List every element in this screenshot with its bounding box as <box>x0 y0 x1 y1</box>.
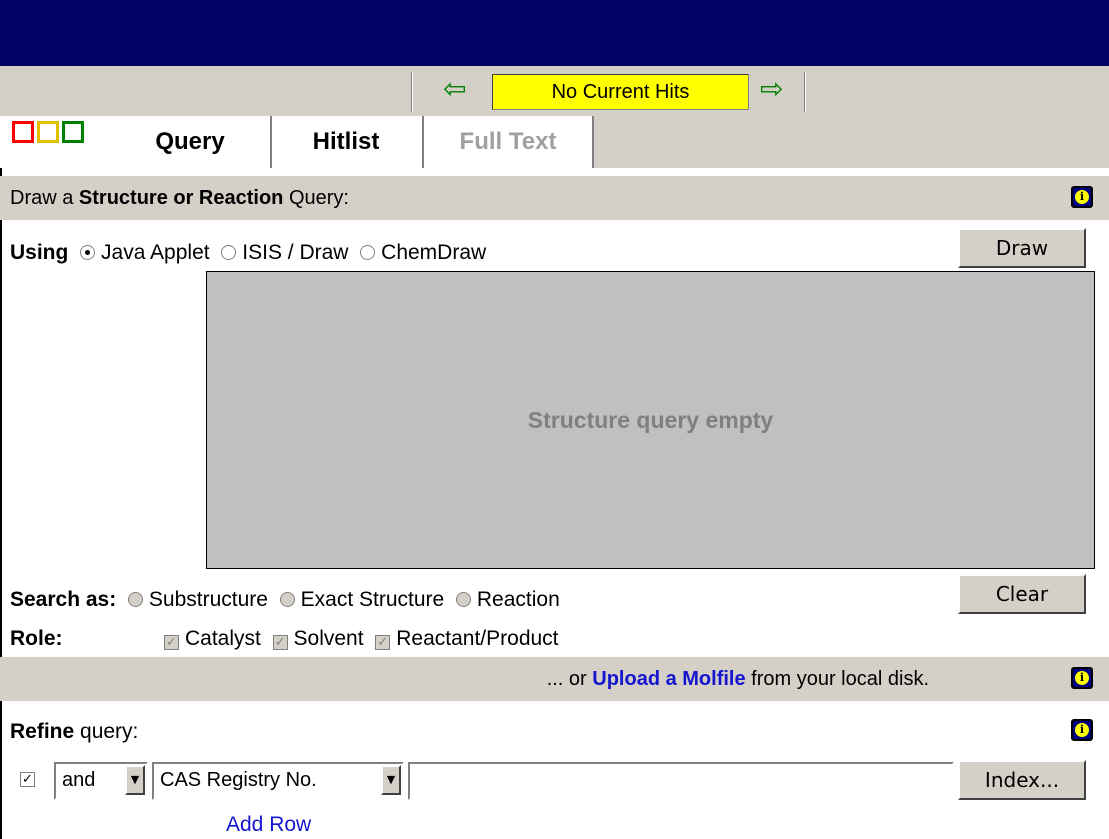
header-bar <box>0 0 1109 66</box>
chemdraw-radio[interactable] <box>360 245 376 260</box>
left-border <box>0 168 2 839</box>
left-arrow-icon[interactable]: ⇦ <box>443 74 466 104</box>
app-logo <box>12 121 108 143</box>
field-select[interactable]: CAS Registry No. ▼ <box>152 762 404 800</box>
catalyst-checkbox[interactable]: ✓ <box>164 635 179 650</box>
structure-canvas[interactable]: Structure query empty <box>206 271 1095 569</box>
isis-draw-radio[interactable] <box>221 245 237 260</box>
toolbar-separator <box>411 72 413 112</box>
upload-molfile-link[interactable]: Upload a Molfile <box>592 668 745 690</box>
role-options: ✓ Catalyst ✓ Solvent ✓ Reactant/Product <box>164 626 559 652</box>
refine-value-input[interactable] <box>408 762 954 800</box>
chevron-down-icon: ▼ <box>381 765 401 795</box>
clear-button[interactable]: Clear <box>958 574 1086 614</box>
upload-section: ... or Upload a Molfile from your local … <box>0 657 1109 701</box>
canvas-empty-text: Structure query empty <box>527 406 774 433</box>
refine-row-checkbox[interactable]: ✓ <box>20 772 35 787</box>
structure-section-header: Draw a Structure or Reaction Query: <box>0 176 1109 220</box>
logo-red-box <box>12 121 34 143</box>
tab-full-text: Full Text <box>422 116 594 168</box>
info-icon[interactable]: i <box>1071 186 1093 208</box>
add-row-link[interactable]: Add Row <box>226 813 311 836</box>
java-applet-radio[interactable] <box>80 245 96 260</box>
info-icon[interactable]: i <box>1071 719 1093 741</box>
operator-select[interactable]: and ▼ <box>54 762 148 800</box>
using-row: Using Java Applet ISIS / Draw ChemDraw <box>10 241 487 264</box>
reaction-radio[interactable] <box>455 592 471 607</box>
logo-yellow-box <box>37 121 59 143</box>
index-button[interactable]: Index... <box>958 760 1086 800</box>
refine-label: Refine query: <box>10 720 139 743</box>
hits-status: No Current Hits <box>492 74 749 110</box>
solvent-checkbox[interactable]: ✓ <box>272 635 288 650</box>
substructure-radio[interactable] <box>127 592 143 607</box>
chevron-down-icon: ▼ <box>125 765 145 795</box>
toolbar-separator <box>804 72 806 112</box>
tab-query[interactable]: Query <box>112 116 268 168</box>
draw-button[interactable]: Draw <box>958 228 1086 268</box>
add-row-link-wrapper: Add Row <box>226 812 311 838</box>
logo-green-box <box>62 121 84 143</box>
reactant-product-checkbox[interactable]: ✓ <box>375 635 391 650</box>
info-icon[interactable]: i <box>1071 667 1093 689</box>
tab-hitlist[interactable]: Hitlist <box>270 116 420 168</box>
role-row: Role: <box>10 627 63 650</box>
right-arrow-icon[interactable]: ⇨ <box>760 74 783 104</box>
search-as-row: Search as: Substructure Exact Structure … <box>10 588 560 611</box>
exact-structure-radio[interactable] <box>279 592 295 607</box>
